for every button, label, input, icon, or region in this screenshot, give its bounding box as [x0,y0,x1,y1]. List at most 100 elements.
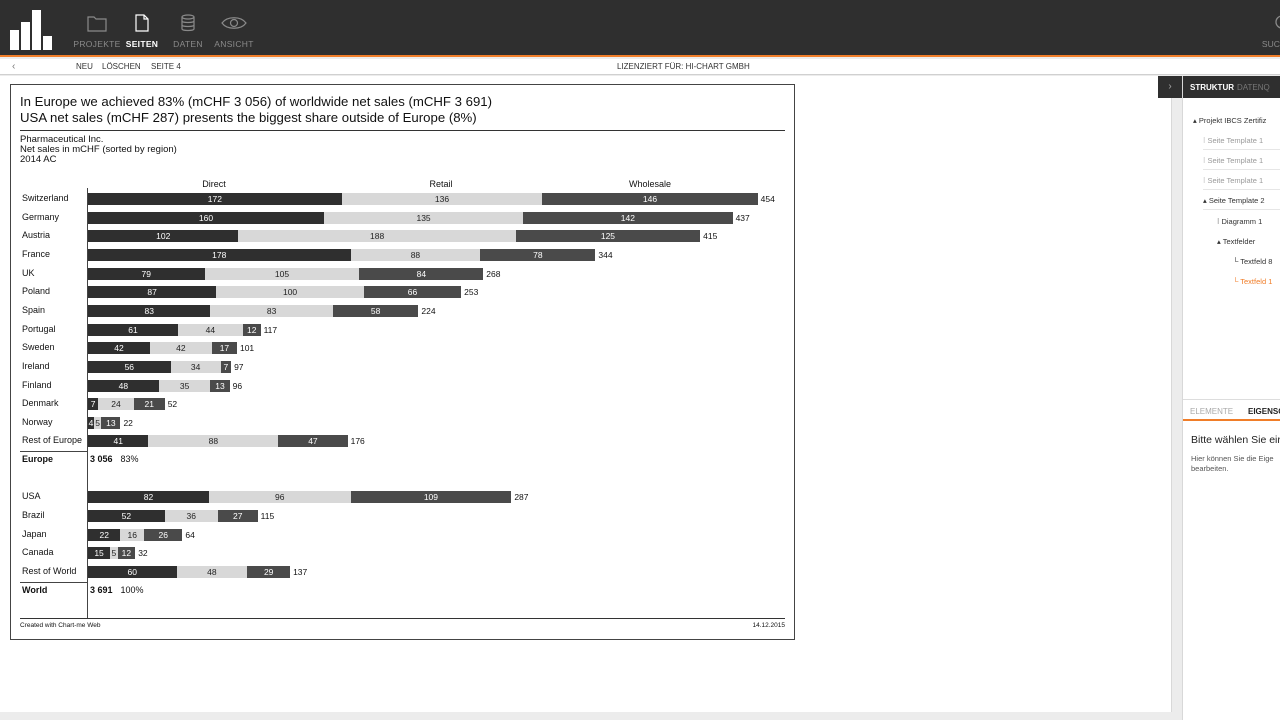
bar-direct: 42 [88,342,150,355]
row-total: 253 [464,287,479,298]
tree-item[interactable]: └ Textfeld 8 [1233,257,1272,266]
summary-total: 3 691 [90,584,113,595]
bar-retail: 83 [210,304,333,317]
report-title-line-1[interactable]: In Europe we achieved 83% (mCHF 3 056) o… [20,94,492,109]
bar-retail: 35 [158,379,211,392]
row-label: Switzerland [22,193,69,203]
eye-icon [221,17,247,29]
tree-item[interactable]: └ Textfeld 1 [1233,277,1272,286]
row-label: Europe [22,454,54,465]
nav-ansicht-label: ANSICHT [214,39,254,49]
bar-wholesale: 47 [278,435,348,448]
nav-ansicht[interactable]: ANSICHT [209,14,259,49]
row-label: USA [22,491,41,502]
bar-wholesale: 26 [144,528,183,541]
search-button[interactable]: SUCH [1256,14,1280,49]
tree-item[interactable]: ▴ Textfelder [1217,237,1255,246]
row-total: 96 [232,380,243,391]
tab-struktur[interactable]: STRUKTUR [1190,83,1234,92]
bar-wholesale: 7 [220,360,232,373]
row-label: World [22,584,48,595]
row-total: 117 [263,324,278,335]
bar-wholesale: 78 [480,248,596,261]
bar-retail: 100 [216,286,364,299]
row-label: UK [22,267,35,278]
tree-item[interactable]: ⁝ Seite Template 1 [1203,176,1263,185]
bar-retail: 5 [110,547,118,560]
app-logo[interactable] [10,10,57,50]
new-page-button[interactable]: NEU [76,62,93,71]
page-canvas[interactable]: In Europe we achieved 83% (mCHF 3 056) o… [0,76,1172,712]
bar-direct: 102 [88,230,239,243]
bar-direct: 15 [88,547,111,560]
bar-direct: 52 [88,510,165,523]
row-label: Portugal [22,323,56,334]
row-total: 437 [735,212,750,223]
summary-values: 3 691 100% [90,584,144,597]
bar-wholesale: 84 [359,267,484,280]
report-page[interactable]: In Europe we achieved 83% (mCHF 3 056) o… [10,84,795,640]
row-label: Ireland [22,360,50,371]
summary-share: 100% [120,584,144,595]
row-total: 22 [123,417,133,428]
row-total: 287 [514,492,529,503]
row-label: Rest of Europe [22,435,83,446]
tree-item[interactable]: ⁝ Seite Template 1 [1203,156,1263,165]
tree-item[interactable]: ▴ Projekt IBCS Zertifiz [1193,116,1266,125]
bar-retail: 16 [120,528,145,541]
row-label: France [22,248,51,259]
nav-daten[interactable]: DATEN [163,14,213,49]
database-icon [181,14,195,32]
footer-divider [20,618,785,619]
bar-retail: 188 [238,230,516,243]
row-total: 344 [598,249,613,260]
chevron-right-icon[interactable]: › [1158,76,1182,98]
bar-wholesale: 13 [101,416,121,429]
bar-wholesale: 142 [523,211,733,224]
tree-divider [1203,169,1280,170]
bar-direct: 7 [88,398,99,411]
report-meta-period[interactable]: 2014 AC [20,155,56,165]
nav-projekte-label: PROJEKTE [73,39,121,49]
tree-item[interactable]: ▴ Seite Template 2 [1203,196,1265,205]
search-icon [1275,15,1280,29]
row-label: Poland [22,286,51,297]
bar-wholesale: 109 [350,491,512,504]
folder-icon [87,16,107,32]
row-label: Austria [22,230,51,241]
bar-retail: 36 [164,510,218,523]
footer-credit: Created with Chart-me Web [20,622,101,629]
row-total: 137 [293,567,308,577]
row-label: Japan [22,528,47,539]
summary-values: 3 056 83% [90,453,139,466]
tab-eigenschaften[interactable]: EIGENSC [1248,407,1280,416]
bar-direct: 41 [88,435,149,448]
bar-direct: 61 [88,323,178,336]
bar-retail: 34 [170,360,221,373]
tree-item-label: Seite Template 1 [1207,156,1264,165]
bar-wholesale: 12 [242,323,261,336]
current-page-label: SEITE 4 [151,62,181,71]
nav-seiten[interactable]: SEITEN [117,14,167,49]
row-label: Canada [22,547,54,558]
tree-item-label: Textfeld 8 [1240,257,1273,266]
delete-page-button[interactable]: LÖSCHEN [102,62,141,71]
tab-datenquellen[interactable]: DATENQ [1237,83,1270,92]
tree-item-label: Seite Template 2 [1208,196,1265,205]
page-actions-bar: ‹ NEU LÖSCHEN SEITE 4 LIZENZIERT FÜR: HI… [0,59,1280,75]
tree-item[interactable]: ⁝ Diagramm 1 [1217,217,1262,226]
tree-item[interactable]: ⁝ Seite Template 1 [1203,136,1263,145]
tree-divider [1203,209,1280,210]
nav-projekte[interactable]: PROJEKTE [72,14,122,49]
chevron-left-icon[interactable]: ‹ [12,61,15,72]
bar-retail: 88 [148,435,279,448]
license-label: LIZENZIERT FÜR: HI-CHART GMBH [617,62,750,71]
row-total: 64 [185,529,195,540]
report-title-line-2[interactable]: USA net sales (mCHF 287) presents the bi… [20,110,477,125]
bar-retail: 136 [341,193,543,205]
tab-elemente[interactable]: ELEMENTE [1190,407,1233,416]
nav-daten-label: DATEN [173,39,203,49]
summary-total: 3 056 [90,454,113,465]
row-label: Germany [22,211,60,222]
tree-item-label: Textfelder [1222,237,1256,246]
